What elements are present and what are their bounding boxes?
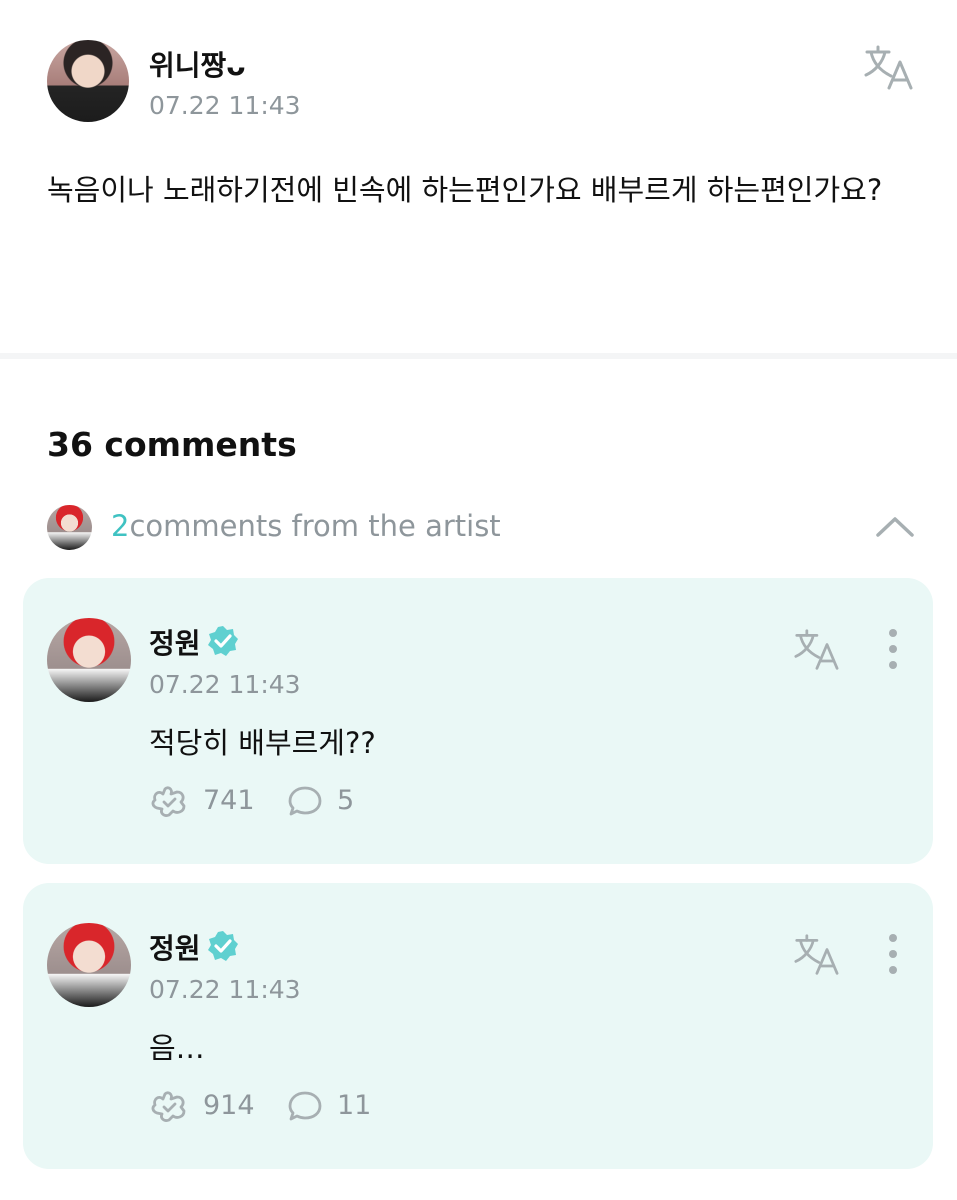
post-timestamp: 07.22 11:43: [149, 91, 301, 120]
artist-comments-text: comments from the artist: [129, 509, 501, 543]
commenter-name[interactable]: 정원: [149, 622, 201, 662]
translate-icon[interactable]: [793, 933, 839, 977]
comment-stats: 914 11: [149, 1087, 649, 1123]
author-avatar[interactable]: [47, 40, 129, 122]
commenter-name[interactable]: 정원: [149, 927, 201, 967]
artist-comment-card: 정원 07.22 11:43 음… 914 11: [23, 883, 933, 1169]
more-options-icon[interactable]: [881, 933, 905, 975]
reply-count: 11: [337, 1090, 372, 1121]
comment-text: 음…: [149, 1031, 205, 1065]
verified-badge-icon: [208, 931, 238, 961]
artist-avatar[interactable]: [47, 618, 131, 702]
artist-avatar[interactable]: [47, 923, 131, 1007]
reply-icon[interactable]: [287, 1090, 323, 1122]
artist-comment-card: 정원 07.22 11:43 적당히 배부르게?? 741 5: [23, 578, 933, 864]
artist-comments-label: 2comments from the artist: [111, 509, 501, 543]
comment-timestamp: 07.22 11:43: [149, 975, 301, 1004]
reply-icon[interactable]: [287, 785, 323, 817]
artist-avatar: [47, 505, 92, 550]
more-options-icon[interactable]: [881, 628, 905, 670]
artist-comments-toggle[interactable]: 2comments from the artist: [47, 503, 917, 553]
artist-comment-count: 2: [111, 509, 130, 543]
comment-stats: 741 5: [149, 782, 649, 818]
comment-timestamp: 07.22 11:43: [149, 670, 301, 699]
comments-count-heading: 36 comments: [47, 425, 297, 464]
like-count: 914: [203, 1090, 255, 1121]
post-header: 위니짱ᴗ 07.22 11:43: [47, 40, 917, 124]
verified-badge-icon: [208, 626, 238, 656]
translate-icon[interactable]: [793, 628, 839, 672]
author-name[interactable]: 위니짱ᴗ: [149, 44, 246, 84]
reply-count: 5: [337, 785, 355, 816]
chevron-up-icon[interactable]: [875, 511, 915, 541]
comment-text: 적당히 배부르게??: [149, 726, 376, 760]
translate-icon[interactable]: [863, 44, 913, 92]
like-icon[interactable]: [149, 784, 189, 818]
post-body: 녹음이나 노래하기전에 빈속에 하는편인가요 배부르게 하는편인가요?: [47, 173, 883, 207]
section-divider: [0, 353, 957, 359]
like-count: 741: [203, 785, 255, 816]
like-icon[interactable]: [149, 1089, 189, 1123]
